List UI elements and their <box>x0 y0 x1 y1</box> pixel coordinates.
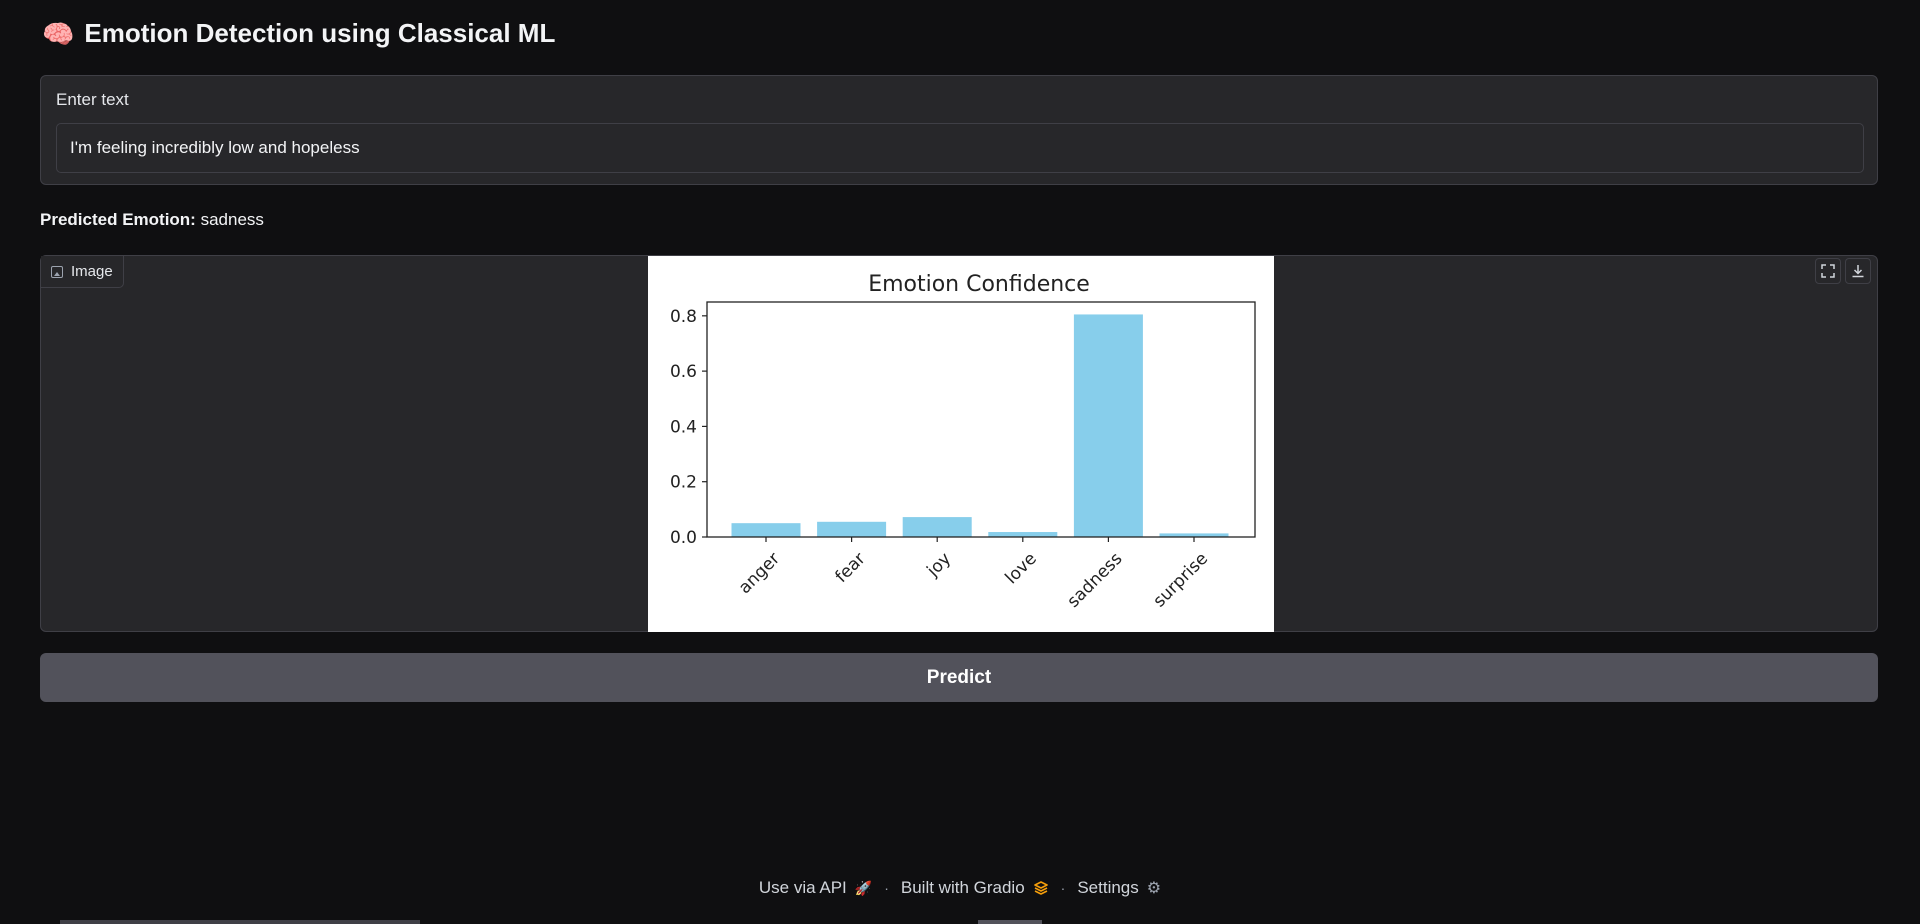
bar-fear <box>817 521 887 537</box>
input-label: Enter text <box>56 90 129 109</box>
y-tick-label: 0.2 <box>670 473 697 493</box>
image-tag-label: Image <box>71 263 113 280</box>
image-toolbar <box>1815 258 1871 284</box>
fullscreen-icon <box>1821 264 1835 278</box>
bar-anger <box>731 523 801 537</box>
plot-frame <box>706 301 1256 538</box>
footer-separator: · <box>884 880 889 896</box>
x-tick-label-surprise: surprise <box>1149 549 1212 612</box>
y-tick-label: 0.0 <box>670 528 697 548</box>
bar-sadness <box>1073 314 1143 537</box>
built-with-gradio-link[interactable]: Built with Gradio <box>901 878 1049 898</box>
page-title: Emotion Detection using Classical ML <box>84 18 556 48</box>
predict-button[interactable]: Predict <box>40 653 1878 702</box>
y-tick-label: 0.4 <box>670 417 697 437</box>
y-tick-label: 0.6 <box>670 362 697 382</box>
image-tag: Image <box>41 256 124 288</box>
chart-image: Emotion Confidence 0.0 0.2 0.4 0.6 0.8 anger… <box>648 256 1274 632</box>
footer-separator: · <box>1060 880 1066 896</box>
text-input-panel: Enter text <box>40 75 1878 185</box>
x-tick-label-sadness: sadness <box>1063 549 1126 612</box>
settings-link[interactable]: Settings ⚙ <box>1077 878 1161 898</box>
prediction-value: sadness <box>200 210 264 229</box>
fullscreen-button[interactable] <box>1815 258 1841 284</box>
image-icon <box>51 265 63 278</box>
x-tick-label-love: love <box>1001 549 1040 588</box>
x-tick-label-fear: fear <box>832 549 870 587</box>
prediction-label: Predicted Emotion: <box>40 210 196 229</box>
settings-label: Settings <box>1077 878 1139 897</box>
use-via-api-link[interactable]: Use via API 🚀 <box>759 878 872 898</box>
bar-joy <box>902 517 972 537</box>
x-tick-label-joy: joy <box>923 549 956 582</box>
x-tick-label-anger: anger <box>735 549 784 598</box>
prediction-output: Predicted Emotion: sadness <box>40 210 264 230</box>
app-root: 🧠 Emotion Detection using Classical ML E… <box>0 0 1920 924</box>
rocket-icon: 🚀 <box>854 879 873 896</box>
image-output-panel: Image Emotion Confidence 0.0 0.2 0.4 0.6 0.8… <box>40 255 1878 632</box>
download-button[interactable] <box>1845 258 1871 284</box>
brain-icon: 🧠 <box>42 18 75 49</box>
use-via-api-label: Use via API <box>758 878 847 897</box>
bar-love <box>988 532 1058 537</box>
chart-title: Emotion Confidence <box>868 272 1090 297</box>
text-input[interactable] <box>56 123 1864 173</box>
download-icon <box>1852 265 1864 278</box>
emotion-confidence-chart: Emotion Confidence 0.0 0.2 0.4 0.6 0.8 anger… <box>670 272 1256 612</box>
footer: Use via API 🚀 · Built with Gradio · Sett… <box>0 878 1920 898</box>
bottom-scroll-thumb <box>978 920 1042 924</box>
y-tick-label: 0.8 <box>670 307 697 327</box>
gear-icon: ⚙ <box>1146 880 1162 897</box>
bottom-scroll-track <box>60 920 420 924</box>
built-with-gradio-label: Built with Gradio <box>900 878 1025 897</box>
title-row: 🧠 Emotion Detection using Classical ML <box>42 18 555 49</box>
gradio-logo-icon <box>1033 881 1048 895</box>
